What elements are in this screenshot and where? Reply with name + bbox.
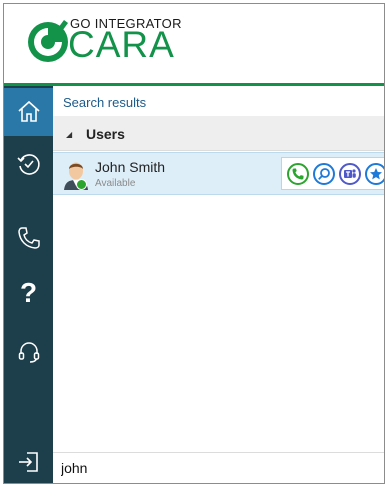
- history-icon: [16, 154, 40, 175]
- search-contact-button[interactable]: [313, 163, 335, 185]
- headset-icon: [18, 342, 39, 363]
- help-icon: ?: [19, 277, 38, 308]
- sidebar-item-sign-out[interactable]: [4, 438, 53, 483]
- phone-icon: [17, 227, 40, 249]
- sidebar-item-calls[interactable]: [4, 214, 53, 262]
- favorite-icon: [370, 168, 382, 180]
- cara-logo-icon: [28, 20, 68, 62]
- search-input[interactable]: [61, 458, 361, 478]
- sidebar: ?: [4, 86, 53, 483]
- presence-indicator: [76, 179, 87, 190]
- call-icon: [292, 168, 304, 180]
- search-bar: [53, 452, 384, 483]
- teams-button[interactable]: [339, 163, 361, 185]
- page-title: Search results: [63, 95, 147, 110]
- app-window: GO INTEGRATOR CARA ? Search results ◢ Us…: [3, 3, 385, 484]
- sidebar-item-support[interactable]: [4, 328, 53, 376]
- user-name: John Smith: [95, 159, 166, 175]
- search-contact-icon: [318, 168, 330, 180]
- home-icon: [17, 100, 40, 122]
- sidebar-item-history[interactable]: [4, 140, 53, 188]
- main-panel: Search results ◢ Users John Smith Availa…: [53, 86, 384, 483]
- logo-main-text: CARA: [68, 24, 175, 65]
- app-header: GO INTEGRATOR CARA: [4, 4, 384, 86]
- sidebar-item-help[interactable]: ?: [4, 269, 53, 317]
- favorite-button[interactable]: [365, 163, 384, 185]
- user-status: Available: [95, 178, 136, 189]
- user-actions: [281, 157, 384, 190]
- group-label: Users: [86, 126, 125, 142]
- call-button[interactable]: [287, 163, 309, 185]
- group-header-users[interactable]: ◢ Users: [53, 116, 384, 151]
- collapse-caret-icon[interactable]: ◢: [66, 130, 72, 139]
- sign-out-icon: [18, 452, 38, 472]
- sidebar-item-home[interactable]: [4, 88, 53, 136]
- user-row[interactable]: John Smith Available: [53, 152, 384, 195]
- teams-icon: [344, 169, 356, 178]
